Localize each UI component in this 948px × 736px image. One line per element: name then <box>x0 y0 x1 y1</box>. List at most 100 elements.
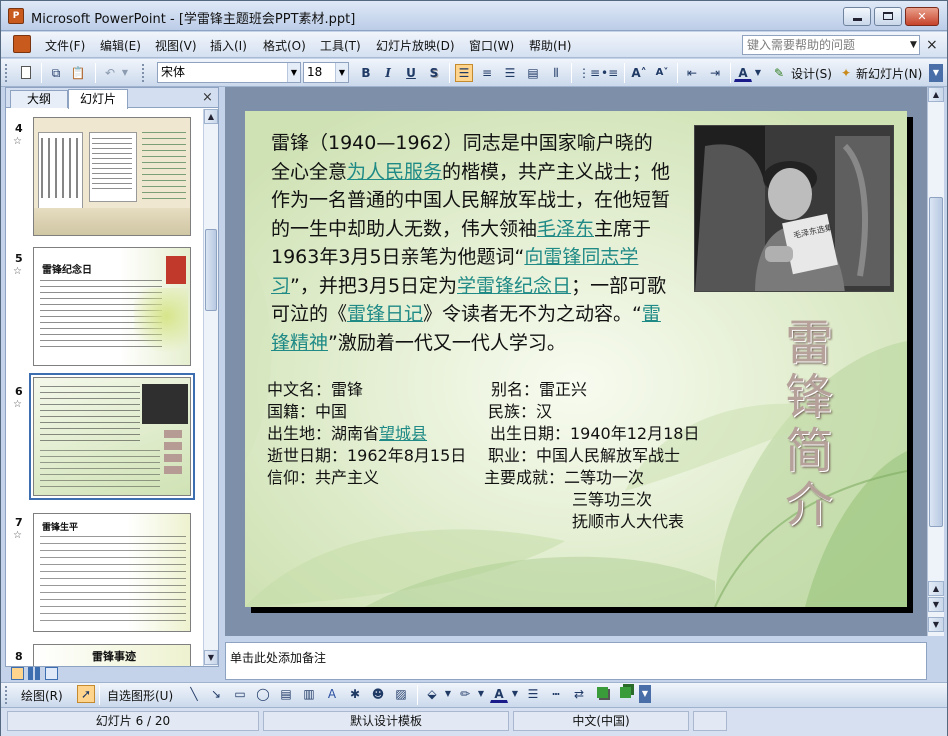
menu-tools[interactable]: 工具(T) <box>320 37 361 54</box>
slide-canvas[interactable]: 雷锋（1940—1962）同志是中国家喻户晓的全心全意为人民服务的楷模，共产主义… <box>245 111 907 607</box>
slide-thumbnail-7[interactable]: 雷锋生平 <box>33 513 191 632</box>
slide-hyperlink[interactable]: 为人民服务 <box>347 161 442 183</box>
powerpoint-app-icon[interactable]: P <box>8 8 24 24</box>
fill-dropdown-icon[interactable]: ▼ <box>443 685 453 703</box>
document-icon[interactable] <box>13 35 31 53</box>
undo-icon[interactable]: ↶ <box>101 64 119 82</box>
oval-icon[interactable]: ◯ <box>254 685 272 703</box>
distribute-icon[interactable]: ▤ <box>524 64 542 82</box>
bullet-list-icon[interactable]: •≡ <box>600 64 618 82</box>
help-search-input[interactable]: 键入需要帮助的问题 <box>742 35 920 55</box>
info-birthplace-link[interactable]: 望城县 <box>379 424 427 443</box>
scrollbar-thumb[interactable] <box>205 229 217 311</box>
scroll-down-icon[interactable]: ▼ <box>204 650 218 665</box>
line-icon[interactable]: ╲ <box>185 685 203 703</box>
scroll-up-icon[interactable]: ▲ <box>204 109 218 124</box>
decrease-font-icon[interactable]: A˅ <box>653 64 671 82</box>
menu-help[interactable]: 帮助(H) <box>529 37 571 54</box>
font-color-dropdown-icon[interactable]: ▼ <box>753 64 763 82</box>
line-style-icon[interactable]: ☰ <box>524 685 542 703</box>
scroll-up-icon[interactable]: ▲ <box>928 581 944 596</box>
design-button[interactable]: 设计(S) <box>791 65 832 82</box>
font-color-icon[interactable]: A <box>734 64 752 82</box>
font-size-select[interactable]: 18 ▼ <box>303 62 349 83</box>
italic-button[interactable]: I <box>379 64 397 82</box>
3d-style-icon[interactable] <box>616 685 634 703</box>
menu-insert[interactable]: 插入(I) <box>210 37 247 54</box>
tab-outline[interactable]: 大纲 <box>10 90 68 108</box>
numbered-list-icon[interactable]: ⋮≡ <box>577 64 600 82</box>
menu-edit[interactable]: 编辑(E) <box>100 37 141 54</box>
notes-pane[interactable]: 单击此处添加备注 <box>225 642 927 680</box>
toolbar-options-icon[interactable]: ▼ <box>639 685 651 703</box>
normal-view-icon[interactable] <box>11 667 24 680</box>
toolbar-grip[interactable] <box>142 64 146 82</box>
undo-dropdown-icon[interactable]: ▼ <box>119 64 131 82</box>
menu-slideshow[interactable]: 幻灯片放映(D) <box>376 37 455 54</box>
menu-file[interactable]: 文件(F) <box>45 37 85 54</box>
slide-body-text[interactable]: 雷锋（1940—1962）同志是中国家喻户晓的全心全意为人民服务的楷模，共产主义… <box>271 129 671 357</box>
text-color-dropdown-icon[interactable]: ▼ <box>510 685 520 703</box>
design-template-name[interactable]: 默认设计模板 <box>263 711 509 731</box>
shadow-style-icon[interactable] <box>593 685 611 703</box>
slide-scrollbar[interactable]: ▲ ▲ ▼ ▼ <box>927 87 944 636</box>
clipart-icon[interactable]: ☻ <box>369 685 387 703</box>
align-right-icon[interactable]: ☰ <box>501 64 519 82</box>
draw-menu-button[interactable]: 绘图(R) <box>21 687 63 704</box>
toolbar-grip[interactable] <box>5 64 9 82</box>
scrollbar-thumb[interactable] <box>929 197 943 527</box>
select-arrow-icon[interactable]: ➚ <box>77 685 95 703</box>
next-slide-icon[interactable]: ▼ <box>928 617 944 632</box>
slide-sorter-view-icon[interactable] <box>28 667 41 680</box>
slide-thumbnail-5[interactable]: 雷锋纪念日 <box>33 247 191 366</box>
paste-icon[interactable]: 📋 <box>69 64 87 82</box>
pane-close-button[interactable]: × <box>202 90 213 105</box>
line-color-dropdown-icon[interactable]: ▼ <box>476 685 486 703</box>
bold-button[interactable]: B <box>357 64 375 82</box>
help-dropdown-icon[interactable]: ▼ <box>907 35 920 55</box>
fill-color-icon[interactable]: ⬙ <box>423 685 441 703</box>
thumbnail-scrollbar[interactable]: ▲ ▼ <box>203 109 218 666</box>
align-center-icon[interactable]: ≡ <box>478 64 496 82</box>
toolbar-grip[interactable] <box>5 686 9 704</box>
increase-indent-icon[interactable]: ⇥ <box>706 64 724 82</box>
scroll-up-icon[interactable]: ▲ <box>928 87 944 102</box>
menu-window[interactable]: 窗口(W) <box>469 37 514 54</box>
textbox-icon[interactable]: ▤ <box>277 685 295 703</box>
minimize-button[interactable] <box>843 7 871 26</box>
document-close-button[interactable]: × <box>926 37 938 53</box>
lei-feng-photo[interactable]: 毛泽东选集 <box>694 125 894 292</box>
menu-format[interactable]: 格式(O) <box>263 37 306 54</box>
underline-button[interactable]: U <box>402 64 420 82</box>
decrease-indent-icon[interactable]: ⇤ <box>683 64 701 82</box>
rectangle-icon[interactable]: ▭ <box>231 685 249 703</box>
font-name-select[interactable]: 宋体 ▼ <box>157 62 301 83</box>
slide-thumbnail-8[interactable]: 雷锋事迹 <box>33 644 191 666</box>
new-slide-icon[interactable]: ✦ <box>837 64 855 82</box>
scroll-down-icon[interactable]: ▼ <box>928 597 944 612</box>
text-color-icon[interactable]: A <box>490 685 508 703</box>
picture-icon[interactable]: ▨ <box>392 685 410 703</box>
maximize-button[interactable] <box>874 7 902 26</box>
wordart-icon[interactable]: A <box>323 685 341 703</box>
line-color-icon[interactable]: ✏ <box>456 685 474 703</box>
slide-hyperlink[interactable]: 雷锋日记 <box>347 303 423 325</box>
vertical-textbox-icon[interactable]: ▥ <box>300 685 318 703</box>
dash-style-icon[interactable]: ┅ <box>547 685 565 703</box>
vertical-slide-title[interactable]: 雷锋简介 <box>785 316 865 532</box>
tab-slides[interactable]: 幻灯片 <box>68 89 128 109</box>
new-slide-button[interactable]: 新幻灯片(N) <box>856 65 922 82</box>
menu-view[interactable]: 视图(V) <box>155 37 197 54</box>
slide-hyperlink[interactable]: 毛泽东 <box>537 218 594 240</box>
align-left-icon[interactable]: ☰ <box>455 64 473 82</box>
slide-hyperlink[interactable]: 学雷锋纪念日 <box>457 275 571 297</box>
new-document-icon[interactable] <box>17 64 35 82</box>
vertical-text-icon[interactable]: ⦀ <box>547 64 565 82</box>
close-button[interactable]: ✕ <box>905 7 939 26</box>
copy-icon[interactable]: ⧉ <box>47 64 65 82</box>
shadow-button[interactable]: S <box>425 64 443 82</box>
diagram-icon[interactable]: ✱ <box>346 685 364 703</box>
slide-thumbnail-4[interactable] <box>33 117 191 236</box>
toolbar-options-icon[interactable]: ▼ <box>929 64 943 82</box>
slide-thumbnail-6[interactable] <box>33 377 191 496</box>
